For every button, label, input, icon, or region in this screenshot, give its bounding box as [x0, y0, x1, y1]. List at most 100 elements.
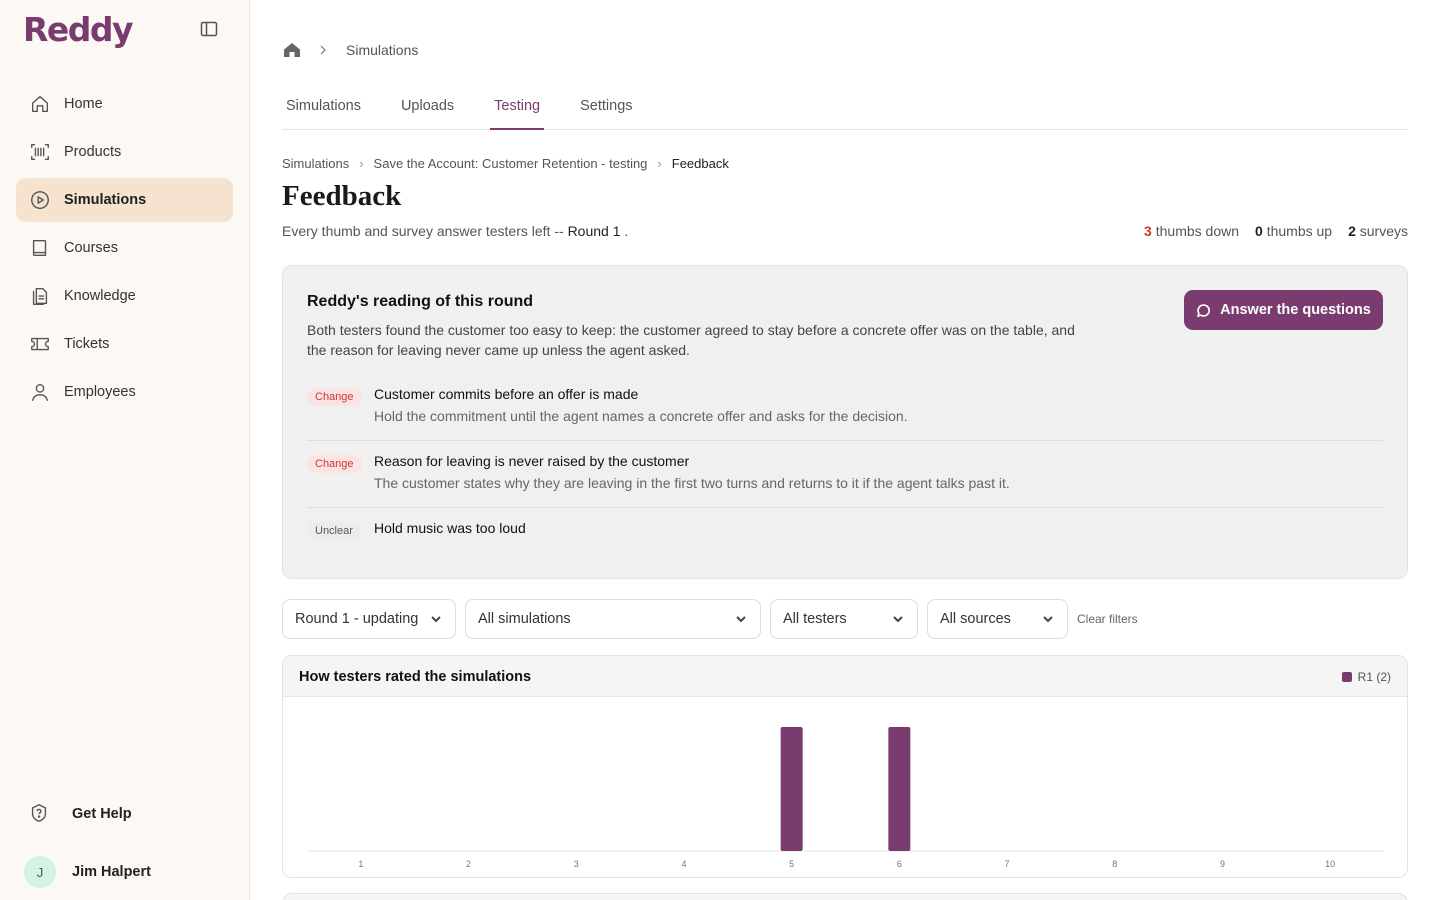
page-title: Feedback [282, 180, 402, 212]
tab-simulations[interactable]: Simulations [282, 88, 365, 130]
answer-questions-label: Answer the questions [1220, 302, 1371, 318]
x-tick-label: 3 [574, 859, 579, 869]
breadcrumb: Simulations › Save the Account: Customer… [282, 156, 729, 171]
x-tick-label: 4 [681, 859, 686, 869]
sidebar-item-products[interactable]: Products [16, 130, 233, 174]
reading-title: Reddy's reading of this round [307, 293, 534, 310]
reading-items: Change Customer commits before an offer … [307, 374, 1383, 575]
chat-icon [1197, 303, 1211, 317]
surveys-label: surveys [1359, 223, 1408, 239]
thumbs-up-label: thumbs up [1266, 223, 1333, 239]
status-badge: Change [307, 388, 362, 406]
next-card [282, 893, 1408, 900]
chart-title: How testers rated the simulations [299, 669, 532, 685]
get-help-button[interactable]: Get Help [28, 802, 132, 826]
tab-bar: Simulations Uploads Testing Settings [282, 88, 1408, 130]
tab-settings[interactable]: Settings [576, 88, 636, 130]
top-breadcrumb: Simulations [282, 40, 418, 60]
reading-description: Both testers found the customer too easy… [307, 322, 1075, 358]
surveys-stat: 2 surveys [1348, 223, 1408, 239]
list-item: Change Reason for leaving is never raise… [307, 441, 1383, 508]
ticket-icon [28, 332, 52, 356]
round-select[interactable]: Round 1 - updating [282, 599, 456, 639]
item-title: Customer commits before an offer is made [374, 386, 639, 402]
thumbs-up-stat: 0 thumbs up [1255, 223, 1332, 239]
chevron-down-icon [431, 616, 441, 623]
x-tick-label: 10 [1325, 859, 1335, 869]
status-badge: Unclear [307, 522, 361, 540]
sidebar-item-label: Employees [64, 384, 136, 400]
ratings-chart-card: How testers rated the simulations R1 (2)… [282, 655, 1408, 878]
sidebar-item-tickets[interactable]: Tickets [16, 322, 233, 366]
breadcrumb-item[interactable]: Save the Account: Customer Retention - t… [374, 156, 648, 171]
thumbs-down-count: 3 [1144, 223, 1152, 239]
status-badge: Change [307, 455, 362, 473]
help-icon [28, 802, 52, 826]
chevron-right-icon: › [657, 156, 662, 171]
answer-questions-button[interactable]: Answer the questions [1184, 290, 1383, 330]
sidebar-item-home[interactable]: Home [16, 82, 233, 126]
sidebar: Reddy Home Products Simulations Courses … [0, 0, 250, 900]
x-tick-label: 2 [466, 859, 471, 869]
home-icon [28, 92, 52, 116]
testers-select[interactable]: All testers [770, 599, 918, 639]
item-detail: Hold the commitment until the agent name… [374, 408, 908, 424]
breadcrumb-current: Feedback [671, 156, 729, 171]
user-icon [28, 380, 52, 404]
sources-select-value: All sources [940, 611, 1011, 627]
list-item: Unclear Hold music was too loud [307, 508, 1383, 575]
chevron-right-icon [320, 45, 326, 55]
sidebar-item-label: Knowledge [64, 288, 136, 304]
tab-uploads[interactable]: Uploads [397, 88, 458, 130]
legend-swatch [1341, 672, 1352, 682]
breadcrumb-item[interactable]: Simulations [282, 156, 349, 171]
item-title: Reason for leaving is never raised by th… [374, 453, 690, 469]
page-subtitle: Every thumb and survey answer testers le… [282, 223, 628, 239]
list-item: Change Customer commits before an offer … [307, 374, 1383, 441]
sidebar-item-label: Courses [64, 240, 118, 256]
ratings-bar-chart: 1 2 3 4 5 6 7 8 9 10 [307, 727, 1384, 869]
chart-header: How testers rated the simulations R1 (2) [283, 656, 1407, 697]
home-icon[interactable] [282, 40, 302, 60]
thumbs-down-label: thumbs down [1155, 223, 1240, 239]
user-menu[interactable]: J Jim Halpert [24, 856, 151, 888]
sidebar-item-label: Products [64, 144, 122, 160]
sidebar-item-knowledge[interactable]: Knowledge [16, 274, 233, 318]
chart-legend: R1 (2) [1341, 670, 1391, 684]
surveys-count: 2 [1348, 223, 1356, 239]
item-title: Hold music was too loud [374, 520, 526, 536]
sidebar-item-label: Simulations [64, 192, 147, 208]
chevron-down-icon [736, 616, 746, 623]
chevron-down-icon [1043, 616, 1053, 623]
x-tick-label: 9 [1220, 859, 1225, 869]
x-tick-label: 8 [1112, 859, 1117, 869]
filter-bar: Round 1 - updating All simulations All t… [282, 599, 1138, 639]
sidebar-toggle-icon[interactable] [200, 20, 218, 38]
x-tick-label: 1 [358, 859, 363, 869]
legend-label: R1 (2) [1357, 670, 1391, 684]
chart-bar[interactable] [888, 727, 911, 851]
chevron-right-icon: › [359, 156, 364, 171]
top-breadcrumb-current[interactable]: Simulations [346, 42, 418, 58]
sidebar-item-employees[interactable]: Employees [16, 370, 233, 414]
get-help-label: Get Help [72, 806, 132, 822]
simulations-select[interactable]: All simulations [465, 599, 761, 639]
subtitle-suffix: . [620, 223, 629, 239]
subtitle-round: Round 1 [567, 223, 621, 239]
sidebar-item-courses[interactable]: Courses [16, 226, 233, 270]
chevron-down-icon [893, 616, 903, 623]
document-icon [28, 284, 52, 308]
brand-logo[interactable]: Reddy [23, 10, 134, 49]
x-tick-label: 7 [1005, 859, 1010, 869]
x-tick-label: 5 [789, 859, 794, 869]
sources-select[interactable]: All sources [927, 599, 1068, 639]
play-circle-icon [28, 188, 52, 212]
thumbs-up-count: 0 [1255, 223, 1263, 239]
clear-filters-link[interactable]: Clear filters [1077, 612, 1138, 626]
sidebar-item-label: Home [64, 96, 103, 112]
sidebar-item-simulations[interactable]: Simulations [16, 178, 233, 222]
tab-testing[interactable]: Testing [490, 88, 545, 130]
chart-bar[interactable] [780, 727, 803, 851]
sidebar-item-label: Tickets [64, 336, 110, 352]
reading-card: Reddy's reading of this round Both teste… [282, 265, 1408, 579]
